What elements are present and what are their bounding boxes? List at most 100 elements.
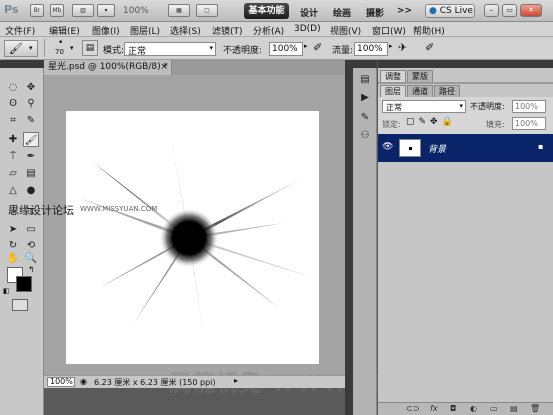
brush-tool-icon[interactable]: 🖌 xyxy=(23,132,39,147)
eraser-tool-icon[interactable]: ▱ xyxy=(5,166,21,181)
trash-icon[interactable]: 🗑 xyxy=(530,404,540,413)
fill-field[interactable]: 100% xyxy=(512,117,546,130)
menu-window[interactable]: 窗口(W) xyxy=(372,24,406,37)
cs-live-icon: ● xyxy=(429,6,437,16)
actions-panel-icon[interactable]: ▶ xyxy=(356,90,374,106)
quick-mask-icon[interactable] xyxy=(12,299,28,311)
adjustments-tabs: 调整 蒙版 xyxy=(380,70,433,82)
cs-live-button[interactable]: ● CS Live xyxy=(425,4,475,18)
tab-layers[interactable]: 图层 xyxy=(380,85,406,97)
link-layers-icon[interactable]: ⊂⊃ xyxy=(406,404,419,413)
background-color-swatch[interactable] xyxy=(16,276,32,292)
history-panel-icon[interactable]: ▤ xyxy=(356,72,374,88)
brush-size-label: 70 xyxy=(55,48,64,56)
layer-row-background[interactable]: 👁 背景 ▪ xyxy=(378,134,553,162)
thumbnail-dot xyxy=(409,147,412,150)
starburst-image xyxy=(79,128,314,338)
dodge-tool-icon[interactable]: ● xyxy=(23,183,39,198)
flow-label: 流量: xyxy=(332,46,354,56)
tab-masks[interactable]: 蒙版 xyxy=(407,70,433,82)
brushes-panel-icon[interactable]: ✎ xyxy=(356,110,374,126)
bridge-button[interactable]: Br xyxy=(30,4,44,17)
mode-select[interactable]: 正常 ▾ xyxy=(124,42,216,57)
hand-tool-icon[interactable]: ✋ xyxy=(5,251,21,266)
marquee-tool-icon[interactable]: ◌ xyxy=(5,80,21,95)
icon-panel-header xyxy=(353,60,377,68)
airbrush-icon[interactable]: ✈ xyxy=(398,41,407,54)
minimize-button[interactable]: – xyxy=(484,4,499,17)
zoom-level-icon[interactable]: ▾ xyxy=(97,4,115,17)
clone-source-panel-icon[interactable]: ⚇ xyxy=(356,128,374,144)
opacity-field[interactable]: 100% xyxy=(269,42,303,56)
eyedropper-tool-icon[interactable]: ✎ xyxy=(23,113,39,128)
default-colors-icon[interactable]: ◧ xyxy=(3,287,10,295)
menu-analysis[interactable]: 分析(A) xyxy=(253,24,284,37)
canvas-area[interactable] xyxy=(44,75,345,376)
screen-mode-button[interactable]: ▢ xyxy=(196,4,218,17)
menu-select[interactable]: 选择(S) xyxy=(170,24,201,37)
status-menu-icon[interactable]: ▸ xyxy=(234,376,238,385)
brush-panel-toggle-icon[interactable]: ▤ xyxy=(82,40,98,56)
minibridge-button[interactable]: Mb xyxy=(50,4,64,17)
tab-channels[interactable]: 通道 xyxy=(407,85,433,97)
menu-layer[interactable]: 图层(L) xyxy=(130,24,160,37)
maximize-button[interactable]: ▭ xyxy=(502,4,517,17)
shape-tool-icon[interactable]: ▭ xyxy=(23,222,39,237)
layer-opacity-field[interactable]: 100% xyxy=(512,100,546,113)
quick-selection-tool-icon[interactable]: ⚲ xyxy=(23,96,39,111)
blur-tool-icon[interactable]: △ xyxy=(5,183,21,198)
status-info-toggle-icon[interactable]: ◉ xyxy=(80,377,87,386)
menu-edit[interactable]: 编辑(E) xyxy=(49,24,80,37)
close-tab-icon[interactable]: × xyxy=(160,60,168,75)
lock-icons[interactable]: ▢✎✥🔒 xyxy=(406,117,457,127)
arrange-documents-button[interactable]: ▦ xyxy=(168,4,190,17)
close-button[interactable]: ✕ xyxy=(520,4,542,17)
tab-adjustments[interactable]: 调整 xyxy=(380,70,406,82)
workspace-photography[interactable]: 摄影 xyxy=(366,6,384,19)
brush-preset-picker[interactable]: • 70 ▾ xyxy=(50,38,78,58)
workspace-essentials[interactable]: 基本功能 xyxy=(244,3,289,19)
swap-colors-icon[interactable]: ↰ xyxy=(28,265,35,274)
history-brush-tool-icon[interactable]: ✒ xyxy=(23,149,39,164)
menu-view[interactable]: 视图(V) xyxy=(330,24,361,37)
workspace-painting[interactable]: 绘画 xyxy=(333,6,351,19)
new-layer-icon[interactable]: ▤ xyxy=(510,404,518,413)
tab-paths[interactable]: 路径 xyxy=(434,85,460,97)
tool-preset-picker[interactable]: 🖌 ▾ xyxy=(4,40,38,57)
panel-dock-strip[interactable] xyxy=(345,60,353,415)
visibility-eye-icon[interactable]: 👁 xyxy=(382,142,393,152)
lasso-tool-icon[interactable]: ʘ xyxy=(5,96,21,111)
menu-file[interactable]: 文件(F) xyxy=(5,24,35,37)
view-extras-button[interactable]: ▥ xyxy=(72,4,94,17)
chevron-down-icon: ▾ xyxy=(209,44,213,52)
crop-tool-icon[interactable]: ⌗ xyxy=(5,113,21,128)
more-workspaces-button[interactable]: >> xyxy=(397,6,412,16)
zoom-tool-icon[interactable]: 🔍 xyxy=(23,251,39,266)
gradient-tool-icon[interactable]: ▤ xyxy=(23,166,39,181)
document-title: 星光.psd @ 100%(RGB/8) * xyxy=(48,62,168,72)
chevron-right-icon[interactable]: ▸ xyxy=(304,42,308,50)
clone-stamp-tool-icon[interactable]: ⍑ xyxy=(5,149,21,164)
adjustment-layer-icon[interactable]: ◐ xyxy=(470,404,477,413)
tablet-opacity-icon[interactable]: ✐ xyxy=(313,41,322,54)
menu-filter[interactable]: 滤镜(T) xyxy=(212,24,243,37)
fx-icon[interactable]: fx xyxy=(430,404,438,413)
tablet-size-icon[interactable]: ✐ xyxy=(425,41,434,54)
flow-field[interactable]: 100% xyxy=(354,42,388,56)
chevron-right-icon[interactable]: ▸ xyxy=(389,42,393,50)
document-canvas[interactable] xyxy=(66,111,319,364)
menu-help[interactable]: 帮助(H) xyxy=(413,24,445,37)
document-tab[interactable]: 星光.psd @ 100%(RGB/8) * × xyxy=(44,60,172,75)
workspace-design[interactable]: 设计 xyxy=(300,6,318,19)
menu-3d[interactable]: 3D(D) xyxy=(294,24,321,34)
new-group-icon[interactable]: ▭ xyxy=(490,404,498,413)
layer-name[interactable]: 背景 xyxy=(428,142,446,155)
path-selection-tool-icon[interactable]: ➤ xyxy=(5,222,21,237)
status-zoom-field[interactable]: 100% xyxy=(47,377,75,387)
menu-image[interactable]: 图像(I) xyxy=(92,24,120,37)
add-mask-icon[interactable]: ◘ xyxy=(450,404,456,413)
zoom-level-readout[interactable]: 100% xyxy=(123,6,149,16)
blend-mode-select[interactable]: 正常 ▾ xyxy=(382,100,466,113)
healing-brush-tool-icon[interactable]: ✚ xyxy=(5,132,21,147)
move-tool-icon[interactable]: ✥ xyxy=(23,80,39,95)
